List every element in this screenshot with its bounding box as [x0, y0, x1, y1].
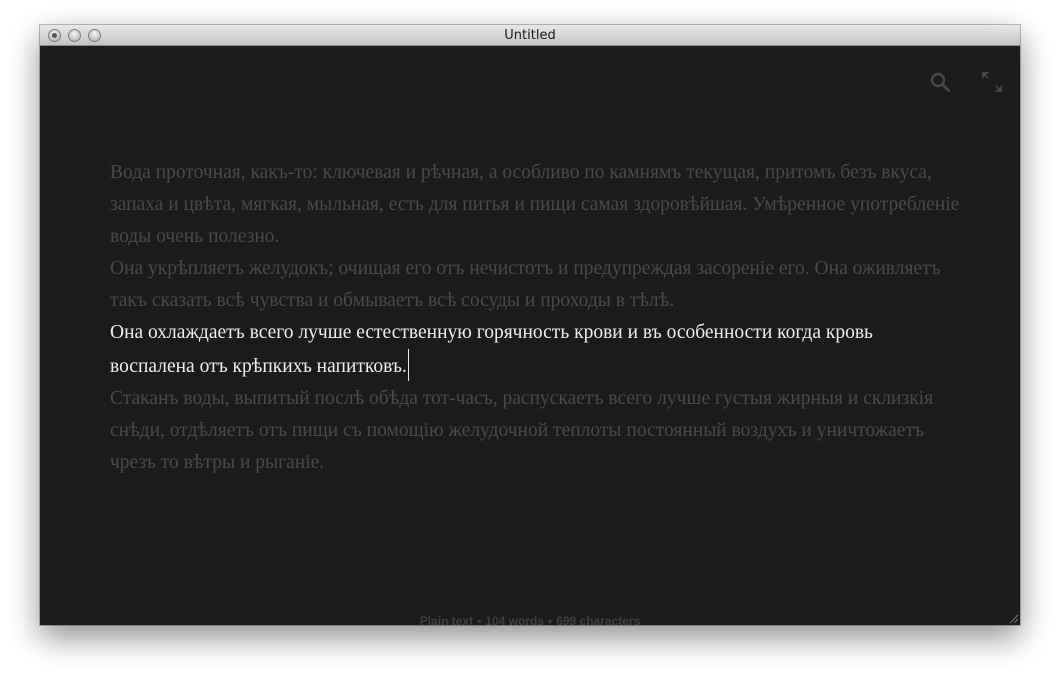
focused-paragraph-text[interactable]: Она охлаждаетъ всего лучше естественную …	[110, 322, 873, 377]
app-window: Untitled Вода проточная, какъ-то: ключев…	[40, 25, 1020, 628]
word-count[interactable]: 104 words	[485, 614, 544, 628]
status-bar: Plain text • 104 words • 699 characters	[40, 614, 1020, 628]
format-label[interactable]: Plain text	[420, 614, 473, 628]
document-text[interactable]: Вода проточная, какъ-то: ключевая и рѣчн…	[110, 157, 960, 479]
fullscreen-icon[interactable]	[980, 70, 1004, 94]
separator: •	[547, 614, 553, 628]
editor-area[interactable]: Вода проточная, какъ-то: ключевая и рѣчн…	[40, 46, 1020, 628]
character-count[interactable]: 699 characters	[556, 614, 640, 628]
window-title: Untitled	[504, 28, 556, 43]
paragraph[interactable]: Стаканъ воды, выпитый послѣ обѣда тот-ча…	[110, 383, 960, 479]
search-icon[interactable]	[930, 72, 950, 92]
resize-grip-icon[interactable]	[1008, 613, 1019, 624]
title-bar[interactable]: Untitled	[40, 25, 1020, 46]
text-cursor	[407, 349, 409, 381]
focused-paragraph[interactable]: Она охлаждаетъ всего лучше естественную …	[110, 317, 960, 383]
paragraph[interactable]: Она укрѣпляетъ желудокъ; очищая его отъ …	[110, 253, 960, 317]
paragraph[interactable]: Вода проточная, какъ-то: ключевая и рѣчн…	[110, 157, 960, 253]
separator: •	[477, 614, 482, 628]
